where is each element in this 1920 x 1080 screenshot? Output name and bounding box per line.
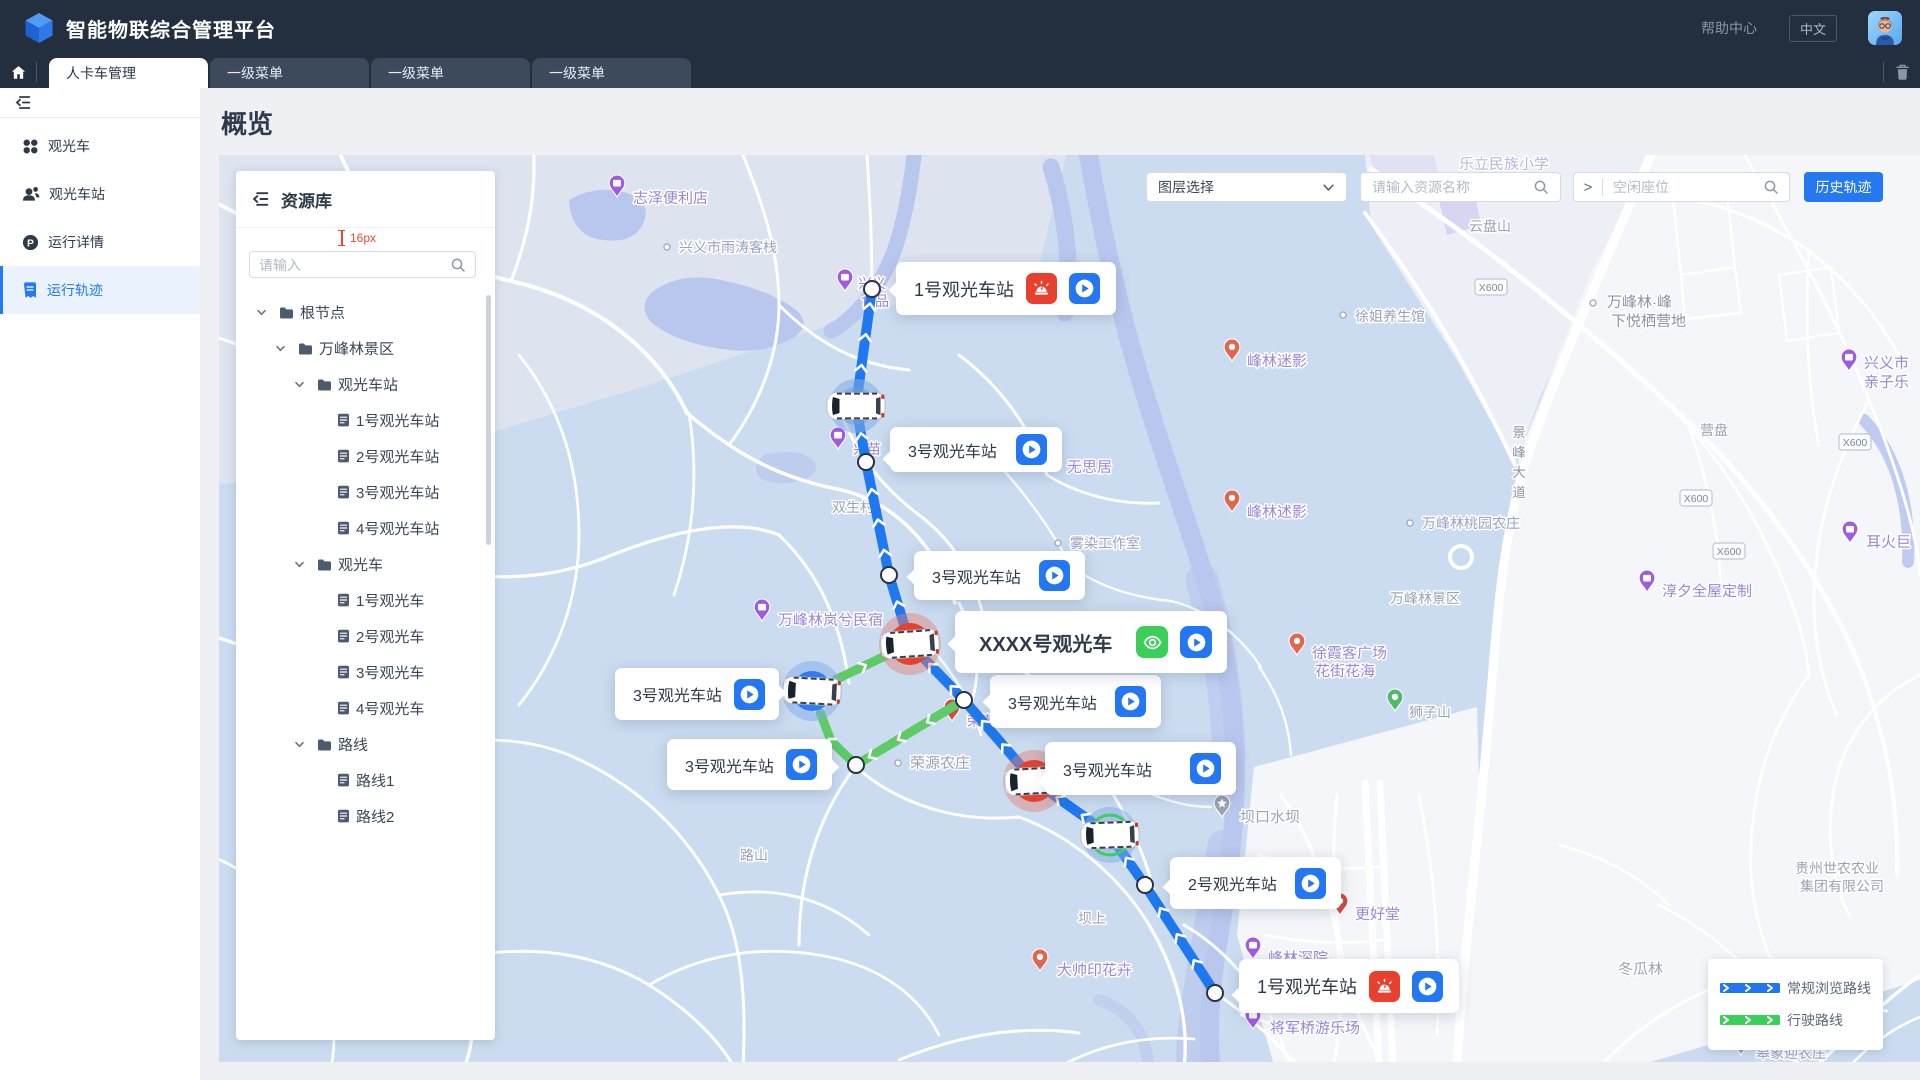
svg-text:更好堂: 更好堂: [1355, 903, 1400, 924]
svg-text:万峰林岚兮民宿: 万峰林岚兮民宿: [778, 609, 883, 630]
svg-text:P: P: [27, 238, 34, 249]
svg-text:双生村: 双生村: [832, 497, 874, 517]
svg-text:无思居: 无思居: [1067, 456, 1112, 477]
svg-text:景: 景: [1512, 421, 1526, 441]
svg-text:大: 大: [1512, 461, 1526, 481]
svg-text:花街花海: 花街花海: [1315, 660, 1375, 681]
svg-text:峰林迷影: 峰林迷影: [1247, 350, 1307, 371]
svg-text:万峰林景区: 万峰林景区: [1390, 588, 1460, 608]
svg-text:集团有限公司: 集团有限公司: [1800, 876, 1884, 896]
svg-text:淳夕全屋定制: 淳夕全屋定制: [1662, 580, 1752, 601]
svg-text:耳火巨: 耳火巨: [1866, 531, 1911, 552]
svg-text:X600: X600: [1717, 546, 1742, 558]
svg-text:志泽便利店: 志泽便利店: [633, 187, 708, 208]
svg-text:路山: 路山: [740, 845, 768, 865]
svg-text:徐姐养生馆: 徐姐养生馆: [1355, 306, 1425, 326]
svg-text:下悦栖营地: 下悦栖营地: [1611, 310, 1686, 331]
svg-text:雾染工作室: 雾染工作室: [1070, 533, 1140, 553]
svg-text:X600: X600: [1479, 282, 1504, 294]
svg-text:将军桥游乐场: 将军桥游乐场: [1270, 1017, 1360, 1038]
svg-text:营盘: 营盘: [1700, 420, 1728, 440]
svg-text:贵州世农农业: 贵州世农农业: [1795, 858, 1879, 878]
svg-text:冬瓜林: 冬瓜林: [1618, 958, 1663, 979]
svg-text:道: 道: [1512, 481, 1526, 501]
svg-text:坝上: 坝上: [1078, 908, 1106, 928]
svg-text:X600: X600: [1843, 437, 1868, 449]
svg-text:坝口水坝: 坝口水坝: [1240, 806, 1300, 827]
svg-text:兴义市: 兴义市: [1864, 352, 1909, 373]
svg-text:荣源农庄: 荣源农庄: [910, 752, 970, 773]
svg-text:X600: X600: [1684, 493, 1709, 505]
svg-text:万峰林·峰: 万峰林·峰: [1607, 291, 1672, 312]
svg-text:亲子乐: 亲子乐: [1864, 371, 1909, 392]
svg-text:狮子山: 狮子山: [1409, 702, 1451, 722]
svg-text:峰: 峰: [1512, 441, 1526, 461]
svg-text:大帅印花卉: 大帅印花卉: [1057, 959, 1132, 980]
svg-text:峰林述影: 峰林述影: [1247, 501, 1307, 522]
svg-text:云盘山: 云盘山: [1469, 216, 1511, 236]
svg-text:兴义市雨涛客栈: 兴义市雨涛客栈: [679, 237, 777, 257]
svg-text:万峰林桃园农庄: 万峰林桃园农庄: [1422, 513, 1520, 533]
